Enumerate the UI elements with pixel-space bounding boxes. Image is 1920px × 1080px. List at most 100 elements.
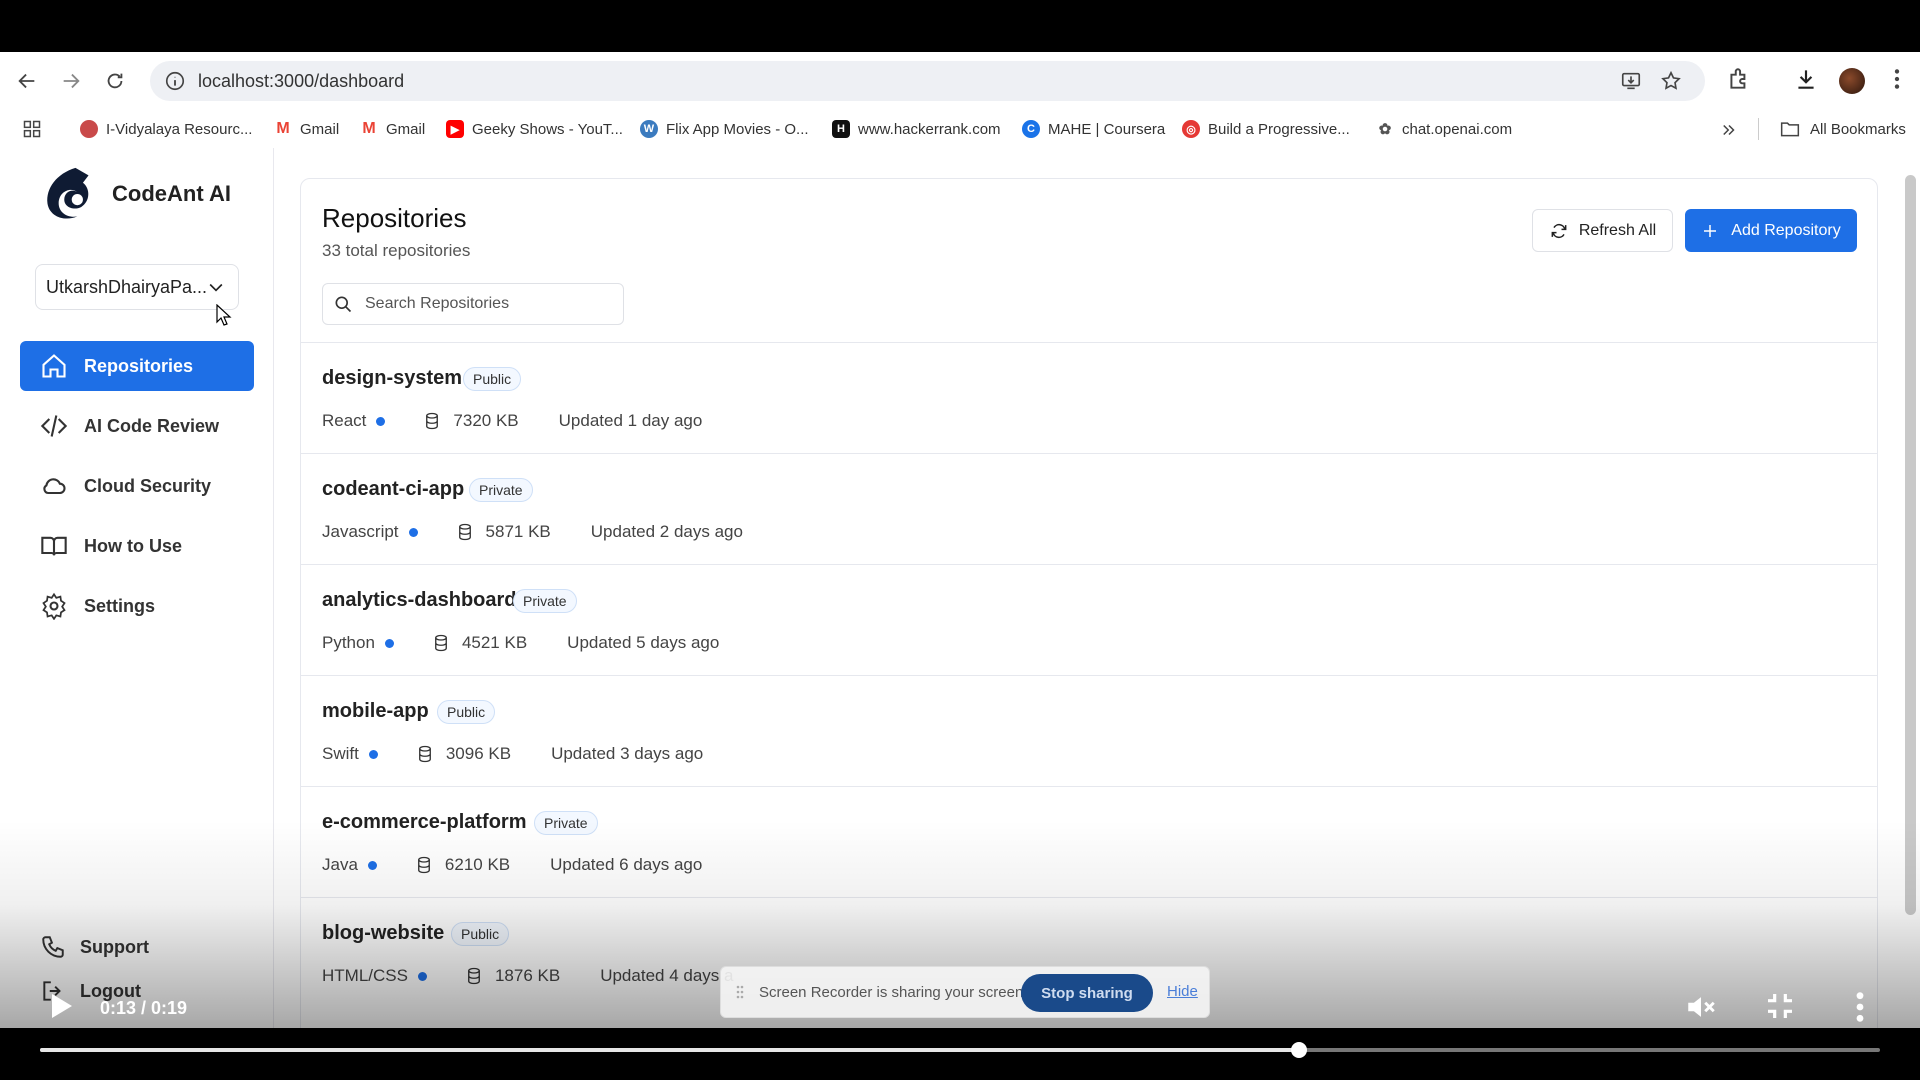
- database-icon: [417, 856, 430, 874]
- video-progress-knob[interactable]: [1290, 1042, 1307, 1058]
- org-selector[interactable]: UtkarshDhairyaPa...: [35, 264, 239, 310]
- address-bar[interactable]: localhost:3000/dashboard: [150, 61, 1705, 101]
- refresh-all-button[interactable]: Refresh All: [1532, 209, 1673, 252]
- hackerrank-icon: H: [832, 120, 850, 138]
- repo-meta: Javascript 5871 KB Updated 2 days ago: [322, 522, 743, 542]
- repo-name[interactable]: design-system: [322, 367, 462, 390]
- repository-list: design-system Public React 7320 KB Updat…: [301, 342, 1877, 1008]
- visibility-badge: Public: [463, 367, 522, 391]
- codeant-logo-icon: [47, 167, 89, 219]
- bookmark-item[interactable]: ◎ Build a Progressive...: [1182, 120, 1350, 138]
- repo-name[interactable]: codeant-ci-app: [322, 478, 464, 501]
- forward-button[interactable]: [54, 64, 88, 98]
- favicon-icon: [80, 120, 98, 138]
- bookmark-star-icon[interactable]: [1660, 70, 1682, 92]
- repo-row-analytics-dashboard[interactable]: analytics-dashboard Private Python 4521 …: [301, 564, 1877, 675]
- site-info-icon[interactable]: [164, 70, 186, 92]
- install-app-icon[interactable]: [1620, 70, 1642, 92]
- url-text[interactable]: localhost:3000/dashboard: [198, 71, 404, 92]
- video-menu-icon[interactable]: [1852, 990, 1868, 1024]
- wordpress-icon: W: [640, 120, 658, 138]
- sidebar: CodeAnt AI UtkarshDhairyaPa... Repositor…: [0, 148, 274, 1028]
- bookmark-item[interactable]: M Gmail: [360, 120, 425, 138]
- more-bookmarks-icon[interactable]: [1720, 121, 1738, 139]
- play-icon[interactable]: [44, 990, 76, 1022]
- bookmark-item[interactable]: ▶ Geeky Shows - YouT...: [446, 120, 623, 138]
- add-repository-button[interactable]: Add Repository: [1685, 209, 1857, 252]
- visibility-badge: Public: [451, 922, 510, 946]
- profile-avatar[interactable]: [1839, 68, 1865, 94]
- gmail-icon: M: [362, 120, 376, 137]
- database-icon: [458, 523, 471, 541]
- sidebar-item-cloud-security[interactable]: Cloud Security: [20, 461, 254, 511]
- book-icon: [41, 536, 67, 556]
- muted-speaker-icon[interactable]: [1684, 990, 1718, 1024]
- video-progress-bar[interactable]: [40, 1042, 1880, 1058]
- video-time: 0:13 / 0:19: [100, 998, 188, 1018]
- sidebar-item-how-to-use[interactable]: How to Use: [20, 521, 254, 571]
- video-progress-fill: [40, 1048, 1299, 1052]
- sidebar-item-repositories[interactable]: Repositories: [20, 341, 254, 391]
- bookmarks-bar: I-Vidyalaya Resourc... M Gmail M Gmail ▶ Ge…: [0, 110, 1920, 148]
- repo-row-codeant-ci-app[interactable]: codeant-ci-app Private Javascript 5871 K…: [301, 453, 1877, 564]
- language-dot: [368, 749, 378, 759]
- phone-icon: [42, 936, 64, 958]
- reload-button[interactable]: [98, 64, 132, 98]
- repo-name[interactable]: analytics-dashboard: [322, 589, 517, 612]
- support-link[interactable]: Support: [40, 934, 149, 960]
- sidebar-item-ai-code-review[interactable]: AI Code Review: [20, 401, 254, 451]
- bookmark-item[interactable]: ✿ chat.openai.com: [1376, 120, 1512, 139]
- repo-updated: Updated 1 day ago: [558, 411, 703, 430]
- favicon-icon: ◎: [1182, 120, 1200, 138]
- apps-grid-icon[interactable]: [22, 119, 42, 139]
- code-icon: [40, 415, 68, 437]
- youtube-icon: ▶: [446, 120, 464, 138]
- divider: [1758, 118, 1759, 140]
- bookmark-item[interactable]: W Flix App Movies - O...: [640, 120, 809, 138]
- download-icon[interactable]: [1793, 66, 1819, 92]
- visibility-badge: Private: [513, 589, 577, 613]
- bookmark-item[interactable]: C MAHE | Coursera: [1022, 120, 1165, 138]
- stop-sharing-button[interactable]: Stop sharing: [1021, 974, 1153, 1012]
- screen-share-banner: Screen Recorder is sharing your screen. …: [720, 966, 1210, 1018]
- repo-row-design-system[interactable]: design-system Public React 7320 KB Updat…: [301, 342, 1877, 453]
- repositories-card: Repositories 33 total repositories Refre…: [300, 178, 1878, 1028]
- search-input[interactable]: [365, 295, 605, 313]
- bookmark-item[interactable]: M Gmail: [274, 120, 339, 138]
- repo-count: 33 total repositories: [322, 241, 471, 260]
- repo-name[interactable]: mobile-app: [322, 700, 429, 723]
- back-button[interactable]: [10, 64, 44, 98]
- visibility-badge: Private: [534, 811, 598, 835]
- repo-row-e-commerce-platform[interactable]: e-commerce-platform Private Java 6210 KB…: [301, 786, 1877, 897]
- arrow-left-icon: [18, 73, 35, 89]
- video-top-letterbox: [0, 0, 1920, 52]
- repo-language: Java: [322, 855, 358, 874]
- extensions-icon[interactable]: [1726, 66, 1752, 92]
- arrow-right-icon: [63, 73, 80, 89]
- drag-handle-icon[interactable]: [735, 983, 745, 1001]
- home-icon: [42, 354, 66, 378]
- search-icon: [335, 296, 352, 313]
- brand[interactable]: CodeAnt AI: [40, 164, 231, 224]
- browser-menu-icon[interactable]: [1884, 66, 1910, 92]
- exit-fullscreen-icon[interactable]: [1764, 990, 1796, 1022]
- repo-row-mobile-app[interactable]: mobile-app Public Swift 3096 KB Updated …: [301, 675, 1877, 786]
- hide-banner-link[interactable]: Hide: [1167, 983, 1198, 1000]
- repo-name[interactable]: e-commerce-platform: [322, 811, 527, 834]
- language-dot: [408, 527, 418, 537]
- share-message: Screen Recorder is sharing your screen.: [759, 983, 1028, 1001]
- sidebar-item-settings[interactable]: Settings: [20, 581, 254, 631]
- visibility-badge: Private: [469, 478, 533, 502]
- openai-icon: ✿: [1378, 121, 1392, 138]
- folder-icon: [1780, 122, 1800, 137]
- gmail-icon: M: [276, 120, 290, 137]
- repo-language: Python: [322, 633, 375, 652]
- repo-size: 4521 KB: [461, 633, 528, 652]
- all-bookmarks-button[interactable]: All Bookmarks: [1780, 120, 1906, 138]
- scrollbar-thumb[interactable]: [1905, 175, 1916, 915]
- bookmark-item[interactable]: Hwww.hackerrank.com: [832, 120, 1001, 138]
- bookmark-item[interactable]: I-Vidyalaya Resourc...: [80, 120, 252, 138]
- search-box[interactable]: [322, 283, 624, 325]
- repo-name[interactable]: blog-website: [322, 922, 444, 945]
- repo-size: 6210 KB: [444, 855, 511, 874]
